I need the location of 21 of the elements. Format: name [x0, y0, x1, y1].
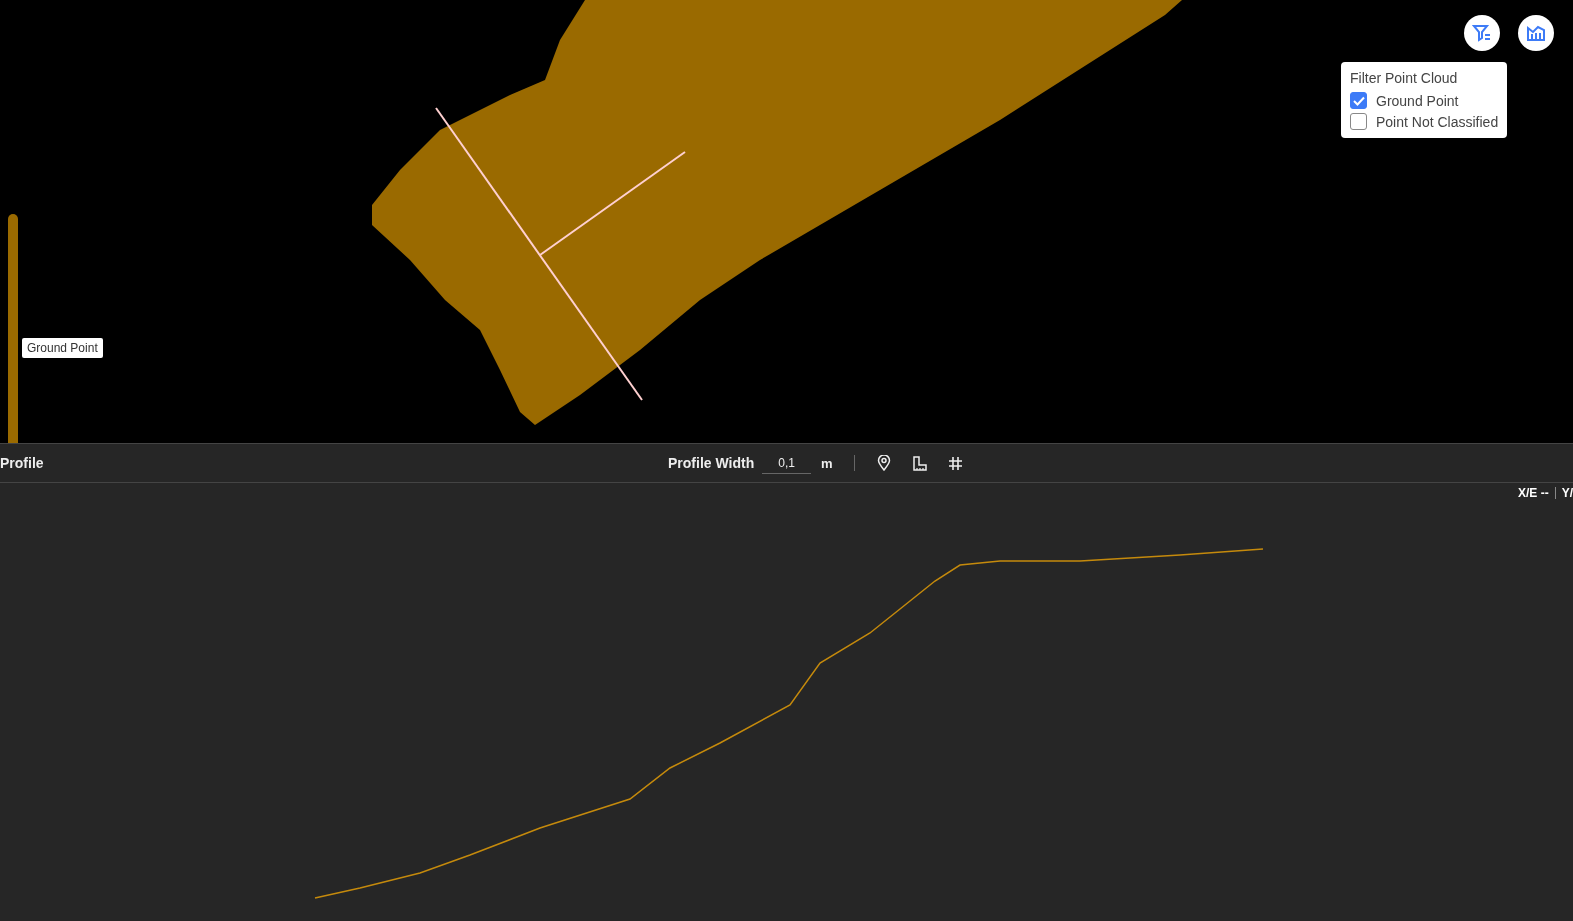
filter-title: Filter Point Cloud [1350, 70, 1459, 86]
profile-title: Profile [0, 455, 44, 471]
grid-icon[interactable] [948, 455, 964, 471]
unit-label: m [820, 455, 833, 471]
profile-width-field[interactable]: 0,1 [762, 452, 811, 474]
coordinate-readout: Y/ [1561, 486, 1573, 500]
filter-icon [1472, 24, 1492, 42]
chart-button[interactable] [1518, 15, 1554, 51]
profile-width-label: Profile Width [668, 455, 755, 471]
coordinate-readout: X/E -- [1518, 486, 1549, 500]
checkbox[interactable] [1350, 113, 1367, 130]
chart-icon [1526, 24, 1546, 42]
location-pin-icon[interactable] [877, 455, 892, 471]
point-cloud-viewer[interactable]: Ground Point Filter Point Cloud Ground Point Point Not Classified [0, 0, 1573, 443]
filter-option[interactable]: Point Not Classified [1350, 113, 1499, 130]
filter-button[interactable] [1464, 15, 1500, 51]
filter-option[interactable]: Ground Point [1350, 92, 1499, 109]
ruler-icon[interactable] [912, 455, 928, 471]
legend-label: Ground Point [22, 338, 103, 358]
section-lines[interactable] [435, 107, 686, 401]
checkbox[interactable] [1350, 92, 1367, 109]
